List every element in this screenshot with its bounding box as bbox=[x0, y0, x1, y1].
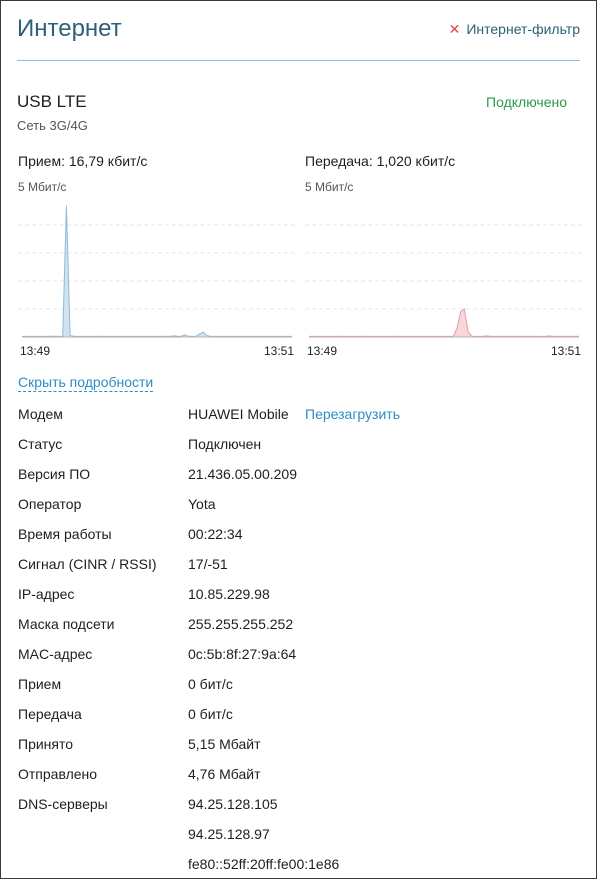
detail-value: 21.436.05.00.209 bbox=[188, 466, 297, 482]
internet-filter-label: Интернет-фильтр bbox=[466, 21, 580, 37]
detail-row: Передача 0 бит/с bbox=[18, 699, 578, 729]
connection-name: USB LTE bbox=[17, 92, 87, 111]
detail-row: fe80::52ff:20ff:fe00:1e86 bbox=[18, 849, 578, 879]
tx-chart-line bbox=[309, 308, 580, 337]
connection-network: Сеть 3G/4G bbox=[17, 118, 88, 133]
close-icon[interactable]: ✕ bbox=[449, 22, 461, 36]
detail-label: Модем bbox=[18, 406, 63, 422]
detail-label: Версия ПО bbox=[18, 466, 91, 482]
page-title: Интернет bbox=[17, 15, 122, 42]
detail-value: Подключен bbox=[188, 436, 262, 452]
tx-chart-time-start: 13:49 bbox=[307, 344, 338, 358]
detail-label: Маска подсети bbox=[18, 616, 115, 632]
connection-status-badge: Подключено bbox=[486, 94, 567, 110]
rx-chart: Прием: 16,79 кбит/с 5 Мбит/с 13:49 13:51 bbox=[18, 153, 296, 363]
detail-label: Сигнал (CINR / RSSI) bbox=[18, 556, 157, 572]
detail-label: Статус bbox=[18, 436, 63, 452]
detail-value: HUAWEI Mobile bbox=[188, 406, 289, 422]
detail-value: 0c:5b:8f:27:9a:64 bbox=[188, 646, 297, 662]
detail-value: 10.85.229.98 bbox=[188, 586, 270, 602]
panel-header: Интернет ✕ Интернет-фильтр bbox=[17, 13, 580, 61]
detail-value: 4,76 Мбайт bbox=[188, 766, 261, 782]
detail-value: 5,15 Мбайт bbox=[188, 736, 261, 752]
detail-row: Оператор Yota bbox=[18, 489, 578, 519]
restart-modem-link[interactable]: Перезагрузить bbox=[305, 406, 400, 422]
detail-label: Отправлено bbox=[18, 766, 98, 782]
detail-row: Прием 0 бит/с bbox=[18, 669, 578, 699]
tx-chart: Передача: 1,020 кбит/с 5 Мбит/с 13:49 13… bbox=[305, 153, 583, 363]
detail-value: 94.25.128.105 bbox=[188, 796, 278, 812]
tx-chart-time-end: 13:51 bbox=[550, 344, 581, 358]
detail-value: 0 бит/с bbox=[188, 676, 233, 692]
rx-chart-plot bbox=[18, 205, 296, 338]
detail-row: MAC-адрес 0c:5b:8f:27:9a:64 bbox=[18, 639, 578, 669]
detail-value: 255.255.255.252 bbox=[188, 616, 294, 632]
header-divider bbox=[17, 60, 580, 61]
detail-row: Статус Подключен bbox=[18, 429, 578, 459]
detail-row: DNS-серверы 94.25.128.105 bbox=[18, 789, 578, 819]
detail-value: 00:22:34 bbox=[188, 526, 243, 542]
rx-chart-time-end: 13:51 bbox=[263, 344, 294, 358]
detail-label: MAC-адрес bbox=[18, 646, 93, 662]
internet-filter-link[interactable]: ✕ Интернет-фильтр bbox=[449, 21, 580, 37]
detail-row: Версия ПО 21.436.05.00.209 bbox=[18, 459, 578, 489]
detail-row: Модем HUAWEI Mobile Перезагрузить bbox=[18, 399, 578, 429]
tx-chart-title: Передача: 1,020 кбит/с bbox=[305, 153, 456, 169]
details-table: Модем HUAWEI Mobile Перезагрузить Статус Под… bbox=[18, 399, 578, 879]
detail-label: IP-адрес bbox=[18, 586, 75, 602]
detail-label: Время работы bbox=[18, 526, 112, 542]
detail-value: Yota bbox=[188, 496, 216, 512]
tx-chart-area bbox=[309, 309, 579, 337]
detail-label: Передача bbox=[18, 706, 82, 722]
detail-label: Оператор bbox=[18, 496, 82, 512]
rx-chart-time-start: 13:49 bbox=[20, 344, 51, 358]
detail-value: 17/-51 bbox=[188, 556, 228, 572]
detail-row: Принято 5,15 Мбайт bbox=[18, 729, 578, 759]
detail-row: Сигнал (CINR / RSSI) 17/-51 bbox=[18, 549, 578, 579]
detail-value: 0 бит/с bbox=[188, 706, 233, 722]
detail-value: 94.25.128.97 bbox=[188, 826, 270, 842]
detail-label: Принято bbox=[18, 736, 74, 752]
rx-chart-title: Прием: 16,79 кбит/с bbox=[18, 153, 148, 169]
detail-row: Маска подсети 255.255.255.252 bbox=[18, 609, 578, 639]
detail-row: 94.25.128.97 bbox=[18, 819, 578, 849]
detail-row: IP-адрес 10.85.229.98 bbox=[18, 579, 578, 609]
detail-label: DNS-серверы bbox=[18, 796, 108, 812]
detail-row: Отправлено 4,76 Мбайт bbox=[18, 759, 578, 789]
detail-row: Время работы 00:22:34 bbox=[18, 519, 578, 549]
hide-details-link[interactable]: Скрыть подробности bbox=[18, 374, 154, 392]
detail-value: fe80::52ff:20ff:fe00:1e86 bbox=[188, 856, 340, 872]
tx-chart-plot bbox=[305, 224, 583, 338]
internet-panel: Интернет ✕ Интернет-фильтр USB LTE Сеть … bbox=[0, 0, 597, 879]
tx-chart-scale: 5 Мбит/с bbox=[305, 180, 354, 194]
detail-label: Прием bbox=[18, 676, 62, 692]
rx-chart-scale: 5 Мбит/с bbox=[18, 180, 67, 194]
